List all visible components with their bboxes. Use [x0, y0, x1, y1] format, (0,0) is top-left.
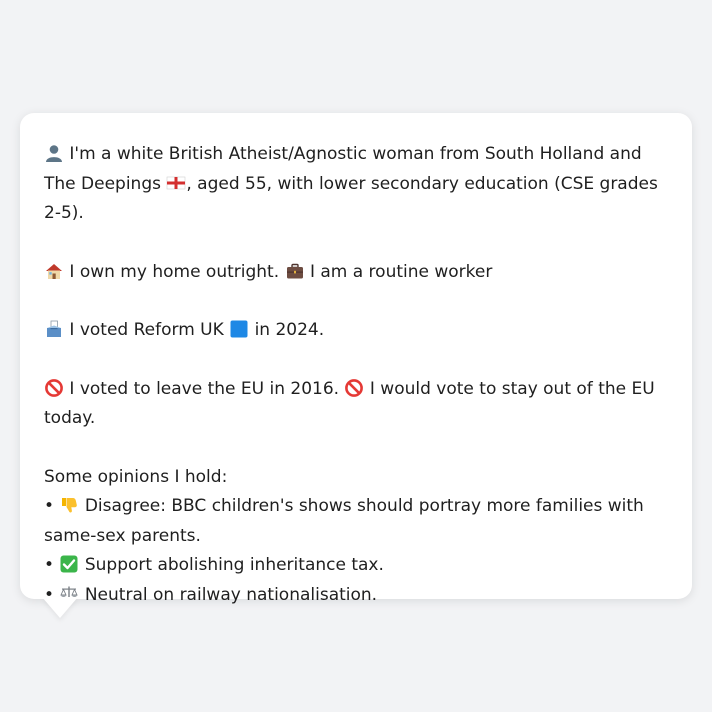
- work-text: I am a routine worker: [309, 261, 493, 282]
- profile-message-bubble: I'm a white British Atheist/Agnostic wom…: [20, 113, 692, 605]
- blue-square-icon: [229, 319, 249, 339]
- bubble-tail: [42, 597, 78, 618]
- person-silhouette-icon: [44, 143, 64, 163]
- opinion-item: • Support abolishing inheritance tax.: [44, 551, 668, 581]
- vote-text-start: I voted Reform UK: [69, 320, 224, 340]
- opinion-text: Disagree: BBC children's shows should po…: [44, 496, 644, 546]
- opinion-item: • Disagree: BBC children's shows should …: [44, 492, 668, 551]
- opinion-item: • Neutral on railway nationalisation.: [44, 581, 668, 611]
- eu-2016-text: I voted to leave the EU in 2016.: [69, 378, 340, 399]
- housing-paragraph: I own my home outright. I am a routine w…: [44, 258, 668, 288]
- thumbs-down-icon: [59, 495, 79, 515]
- opinions-heading: Some opinions I hold:: [44, 466, 228, 487]
- eu-paragraph: I voted to leave the EU in 2016. I would…: [44, 375, 668, 434]
- check-mark-button-icon: [59, 554, 79, 574]
- home-ownership-text: I own my home outright.: [69, 261, 280, 282]
- england-flag-icon: [166, 173, 186, 193]
- prohibited-icon: [44, 378, 64, 398]
- identity-paragraph: I'm a white British Atheist/Agnostic wom…: [44, 140, 668, 229]
- vote-paragraph: I voted Reform UK in 2024.: [44, 316, 668, 346]
- bullet: •: [44, 496, 55, 516]
- ballot-box-icon: [44, 319, 64, 339]
- opinions-section: Some opinions I hold: • Disagree: BBC ch…: [44, 463, 668, 611]
- opinion-text: Support abolishing inheritance tax.: [84, 555, 384, 575]
- house-icon: [44, 261, 64, 281]
- prohibited-icon: [344, 378, 364, 398]
- vote-text-end: in 2024.: [254, 320, 325, 340]
- opinion-text: Neutral on railway nationalisation.: [84, 584, 378, 605]
- briefcase-icon: [285, 261, 305, 281]
- bullet: •: [44, 555, 55, 575]
